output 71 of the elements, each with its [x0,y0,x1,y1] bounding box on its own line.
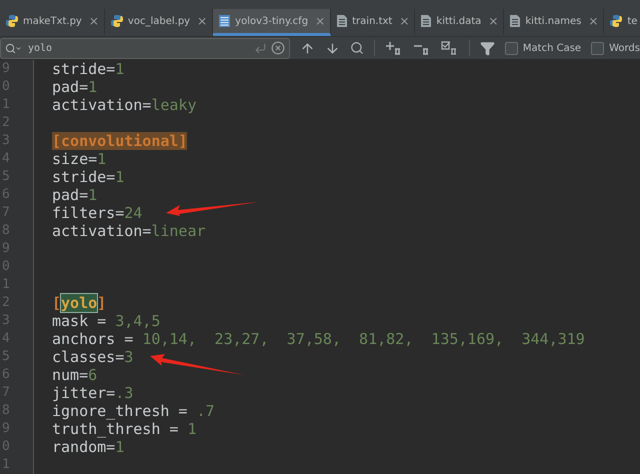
find-all-icon[interactable] [350,41,364,55]
file-tab[interactable]: kitti.data × [415,9,504,36]
python-file-icon [110,14,124,28]
option-checkbox[interactable]: Match Case [504,42,582,54]
code-token: 24 [124,204,142,222]
text-file-icon [336,14,348,28]
code-token: leaky [151,96,196,114]
code-token: pad= [52,186,88,204]
code-token: stride= [52,60,116,78]
file-tab[interactable]: kitti.names × [504,9,604,36]
code-token: .7 [196,402,215,420]
code-token: 3,4,5 [115,312,160,330]
code-token: num= [52,366,88,384]
file-tab[interactable]: train.txt × [331,9,416,36]
code-token: 1 [88,186,98,204]
close-icon[interactable]: × [588,14,598,28]
code-token: random= [52,438,116,456]
text-file-icon [420,14,432,28]
code-token: truth_thresh = [52,420,180,438]
close-icon[interactable]: × [315,14,326,28]
option-label: Words [609,42,640,54]
previous-match-icon[interactable] [300,40,315,56]
caret-icon [15,44,22,52]
add-selection-icon[interactable] [384,41,403,55]
code-token: ] [97,294,106,312]
code-token: 1 [115,438,124,456]
python-file-icon [5,14,19,28]
code-token: activation= [52,222,152,240]
code-token: 10,14, 23,27, 37,58, 81,82, 135,169, 344,319 [142,330,585,348]
close-icon[interactable]: × [88,14,99,28]
file-tab[interactable]: te [604,9,640,36]
search-input[interactable]: yolo [26,42,250,54]
filter-icon[interactable] [480,40,495,56]
code-token: pad= [52,78,88,96]
code-token: anchors = [52,330,134,348]
code-token: 6 [88,366,98,384]
python-file-icon [609,14,624,28]
search-icon [5,42,16,54]
lines-file-icon [218,14,232,28]
close-icon[interactable]: × [399,14,410,28]
select-all-icon[interactable] [440,41,459,55]
code-token: 1 [88,78,98,96]
clear-icon[interactable] [271,41,285,55]
code-token: 1 [115,168,124,186]
code-token: activation= [52,96,152,114]
file-tab[interactable]: yolov3-tiny.cfg × [213,9,332,36]
code-token: filters= [52,204,124,222]
close-icon[interactable]: × [197,14,208,28]
code-token: classes= [52,348,124,366]
code-token: linear [151,222,206,240]
code-token: 1 [115,60,124,78]
text-file-icon [509,14,522,28]
code-token: ignore_thresh = [52,402,188,420]
code-token: stride= [52,168,116,186]
option-checkbox[interactable]: Words [591,42,640,54]
code-token: [convolutional] [52,132,188,150]
next-match-icon[interactable] [324,40,340,56]
option-label: Match Case [522,42,582,54]
code-token: size= [52,150,98,168]
file-tab[interactable]: makeTxt.py × [0,9,105,36]
code-token: 1 [187,420,196,438]
search-field[interactable]: yolo [0,38,290,58]
code-token: yolo [61,294,98,312]
code-token: [ [52,294,62,312]
code-token: 3 [124,348,134,366]
close-icon[interactable]: × [488,14,498,28]
code-token: .3 [115,384,134,402]
code-token: mask = [52,312,108,330]
code-token: 1 [97,150,106,168]
code-token: jitter= [52,384,116,402]
enter-icon [254,42,267,54]
